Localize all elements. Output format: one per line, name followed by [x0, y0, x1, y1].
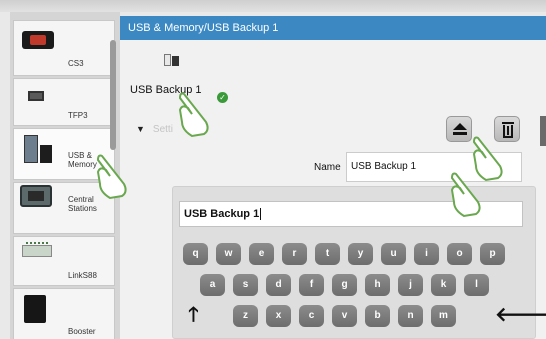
sidebar-item-label: Central Stations	[68, 195, 97, 213]
settings-label: Setti	[152, 124, 173, 135]
usb-memory-icon	[18, 135, 58, 165]
sidebar-item-links88[interactable]: LinkS88	[13, 236, 115, 286]
eject-button[interactable]	[446, 116, 472, 142]
key-p[interactable]: p	[480, 243, 505, 265]
trash-icon	[502, 122, 514, 124]
key-j[interactable]: j	[398, 274, 423, 296]
key-u[interactable]: u	[381, 243, 406, 265]
key-a[interactable]: a	[200, 274, 225, 296]
sidebar-item-label: TFP3	[68, 111, 88, 120]
name-label: Name	[314, 162, 341, 173]
keyboard-input[interactable]: USB Backup 1	[179, 201, 523, 227]
key-d[interactable]: d	[266, 274, 291, 296]
key-k[interactable]: k	[431, 274, 456, 296]
booster-device-icon	[24, 295, 46, 323]
key-t[interactable]: t	[315, 243, 340, 265]
sidebar-item-label: LinkS88	[68, 271, 97, 280]
key-l[interactable]: l	[464, 274, 489, 296]
key-r[interactable]: r	[282, 243, 307, 265]
key-s[interactable]: s	[233, 274, 258, 296]
sidebar-item-cs3[interactable]: CS3	[13, 20, 115, 76]
key-f[interactable]: f	[299, 274, 324, 296]
device-name[interactable]: USB Backup 1	[130, 84, 202, 96]
sidebar-item-booster[interactable]: Booster	[13, 288, 115, 339]
key-x[interactable]: x	[266, 305, 291, 327]
chevron-down-icon: ▼	[136, 124, 145, 134]
tfp3-device-icon	[28, 91, 44, 101]
key-m[interactable]: m	[431, 305, 456, 327]
key-c[interactable]: c	[299, 305, 324, 327]
backspace-key[interactable]: 🡐	[495, 305, 546, 327]
key-o[interactable]: o	[447, 243, 472, 265]
key-n[interactable]: n	[398, 305, 423, 327]
sidebar-item-central-stations[interactable]: Central Stations	[13, 182, 115, 234]
eject-icon	[453, 123, 467, 130]
key-e[interactable]: e	[249, 243, 274, 265]
checkmark-icon: ✓	[217, 92, 228, 103]
links88-device-icon	[22, 242, 52, 257]
key-y[interactable]: y	[348, 243, 373, 265]
sidebar-item-tfp3[interactable]: TFP3	[13, 78, 115, 126]
screen: CS3 TFP3 USB & Memory Central Stations L…	[0, 0, 546, 339]
on-screen-keyboard: USB Backup 1 q w e r t y u i o p a s d f g h j k l 🡑 z x c v b n m…	[172, 186, 546, 339]
cs3-device-icon	[22, 31, 54, 49]
key-i[interactable]: i	[414, 243, 439, 265]
shift-key[interactable]: 🡑	[181, 305, 206, 327]
delete-button[interactable]	[494, 116, 520, 142]
key-z[interactable]: z	[233, 305, 258, 327]
sidebar-item-label: CS3	[68, 59, 84, 68]
sidebar: CS3 TFP3 USB & Memory Central Stations L…	[10, 12, 120, 339]
name-field[interactable]: USB Backup 1	[346, 152, 522, 182]
sidebar-item-usb-memory[interactable]: USB & Memory	[13, 128, 115, 180]
key-g[interactable]: g	[332, 274, 357, 296]
settings-expander[interactable]: ▼ Setti	[136, 124, 173, 135]
text-caret	[260, 208, 262, 221]
usb-memory-icon	[164, 50, 182, 66]
sidebar-scrollbar[interactable]	[110, 40, 116, 150]
main-panel: USB & Memory/USB Backup 1 USB Backup 1 ✓…	[120, 16, 546, 339]
sidebar-item-label: Booster	[68, 327, 96, 336]
panel-edge	[540, 116, 546, 146]
key-q[interactable]: q	[183, 243, 208, 265]
window-top-strip	[0, 0, 546, 12]
key-b[interactable]: b	[365, 305, 390, 327]
sidebar-item-label: USB & Memory	[68, 151, 97, 169]
key-v[interactable]: v	[332, 305, 357, 327]
keyboard-input-text: USB Backup 1	[184, 208, 260, 220]
key-h[interactable]: h	[365, 274, 390, 296]
page-title: USB & Memory/USB Backup 1	[120, 16, 546, 40]
key-w[interactable]: w	[216, 243, 241, 265]
central-station-icon	[20, 185, 52, 207]
